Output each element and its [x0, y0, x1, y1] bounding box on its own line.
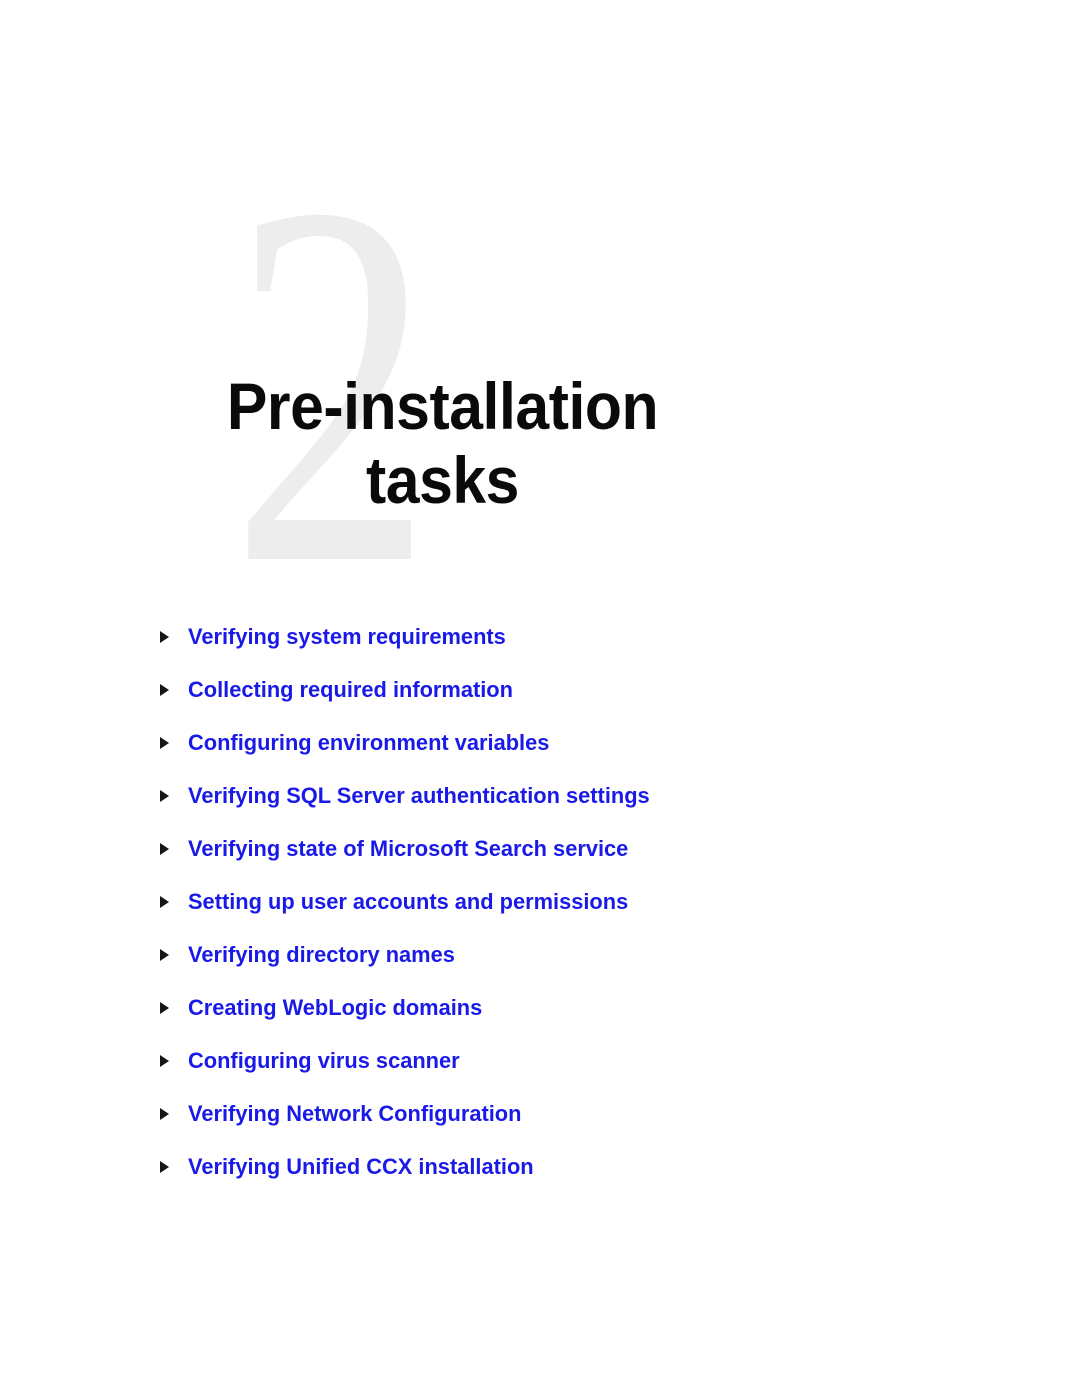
triangle-right-icon [160, 843, 169, 855]
contents-item-label: Collecting required information [188, 677, 513, 702]
contents-list: Verifying system requirements Collecting … [0, 620, 1080, 1203]
chapter-contents: Verifying system requirements Collecting … [0, 620, 1080, 1203]
contents-item-label: Verifying Unified CCX installation [188, 1154, 534, 1179]
contents-list-item[interactable]: Verifying SQL Server authentication sett… [0, 779, 1080, 832]
contents-item-label: Configuring environment variables [188, 730, 550, 755]
contents-item-label: Setting up user accounts and permissions [188, 889, 629, 914]
contents-item-label: Verifying directory names [188, 942, 455, 967]
contents-item-label: Creating WebLogic domains [188, 995, 483, 1020]
triangle-right-icon [160, 949, 169, 961]
contents-item-label: Verifying Network Configuration [188, 1101, 522, 1126]
document-page: 2 Pre-installation tasks Verifying syste… [0, 0, 1080, 1397]
contents-list-item[interactable]: Verifying state of Microsoft Search serv… [0, 832, 1080, 885]
page-title-line-1: Pre-installation [226, 369, 659, 444]
contents-item-label: Verifying SQL Server authentication sett… [188, 783, 650, 808]
triangle-right-icon [160, 1055, 169, 1067]
triangle-right-icon [160, 1108, 169, 1120]
contents-list-item[interactable]: Configuring virus scanner [0, 1044, 1080, 1097]
triangle-right-icon [160, 737, 169, 749]
triangle-right-icon [160, 896, 169, 908]
contents-list-item[interactable]: Verifying system requirements [0, 620, 1080, 673]
contents-list-item[interactable]: Setting up user accounts and permissions [0, 885, 1080, 938]
triangle-right-icon [160, 631, 169, 643]
contents-item-label: Configuring virus scanner [188, 1048, 460, 1073]
contents-list-item[interactable]: Collecting required information [0, 673, 1080, 726]
contents-list-item[interactable]: Creating WebLogic domains [0, 991, 1080, 1044]
triangle-right-icon [160, 684, 169, 696]
contents-list-item[interactable]: Verifying directory names [0, 938, 1080, 991]
page-title-line-2: tasks [365, 443, 520, 518]
contents-item-label: Verifying system requirements [188, 624, 506, 649]
contents-list-item[interactable]: Verifying Unified CCX installation [0, 1150, 1080, 1203]
triangle-right-icon [160, 1002, 169, 1014]
page-title: Pre-installation tasks [164, 369, 721, 517]
contents-list-item[interactable]: Configuring environment variables [0, 726, 1080, 779]
triangle-right-icon [160, 1161, 169, 1173]
contents-list-item[interactable]: Verifying Network Configuration [0, 1097, 1080, 1150]
contents-item-label: Verifying state of Microsoft Search serv… [188, 836, 629, 861]
triangle-right-icon [160, 790, 169, 802]
chapter-opener: 2 Pre-installation tasks [0, 0, 1080, 645]
